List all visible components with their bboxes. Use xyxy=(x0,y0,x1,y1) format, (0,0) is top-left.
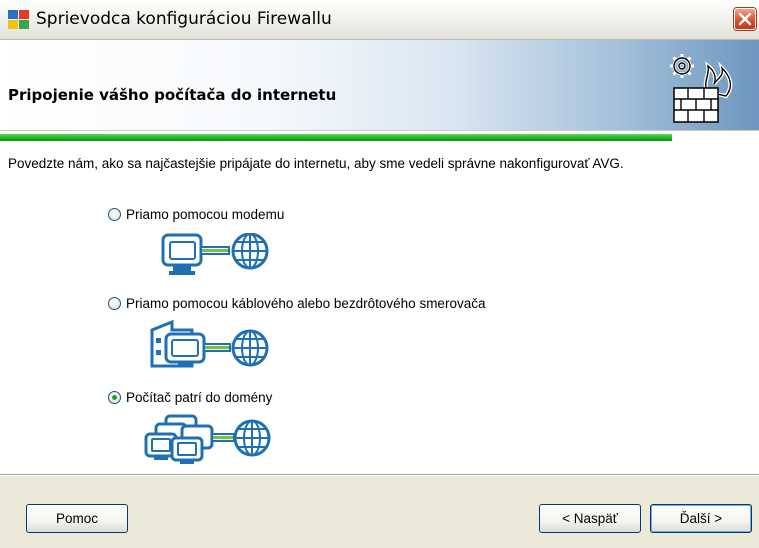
intro-text: Povedzte nám, ako sa najčastejšie pripáj… xyxy=(8,156,624,171)
option-label: Priamo pomocou káblového alebo bezdrôtov… xyxy=(126,295,486,311)
option-label: Počítač patrí do domény xyxy=(126,389,273,405)
option-label: Priamo pomocou modemu xyxy=(126,206,285,222)
firewall-wizard-window: Sprievodca konfiguráciou Firewallu Pripo… xyxy=(0,0,759,548)
firewall-gear-flame-icon xyxy=(670,54,733,123)
router-monitor-globe-icon xyxy=(150,320,269,368)
wizard-progress-bar xyxy=(0,130,759,146)
option-router[interactable]: Priamo pomocou káblového alebo bezdrôtov… xyxy=(108,294,485,312)
avg-colored-blocks-icon xyxy=(8,10,29,29)
radio-button[interactable] xyxy=(108,390,121,404)
page-title: Pripojenie vášho počítača do internetu xyxy=(8,86,337,104)
progress-fill xyxy=(0,134,672,141)
close-button[interactable] xyxy=(734,8,756,30)
window-title: Sprievodca konfiguráciou Firewallu xyxy=(36,9,332,29)
radio-button[interactable] xyxy=(108,207,121,221)
next-button[interactable]: Ďalší > xyxy=(650,504,752,533)
title-bar[interactable]: Sprievodca konfiguráciou Firewallu xyxy=(0,0,759,40)
footer-divider xyxy=(0,474,759,476)
back-button[interactable]: < Naspäť xyxy=(539,504,641,533)
multiple-monitors-globe-icon xyxy=(144,414,271,464)
monitor-globe-icon xyxy=(161,233,269,275)
help-button[interactable]: Pomoc xyxy=(26,504,128,533)
option-modem[interactable]: Priamo pomocou modemu xyxy=(108,205,284,223)
close-icon xyxy=(738,12,752,26)
radio-button[interactable] xyxy=(108,296,121,310)
header-banner xyxy=(0,40,759,130)
option-domain[interactable]: Počítač patrí do domény xyxy=(108,388,272,406)
